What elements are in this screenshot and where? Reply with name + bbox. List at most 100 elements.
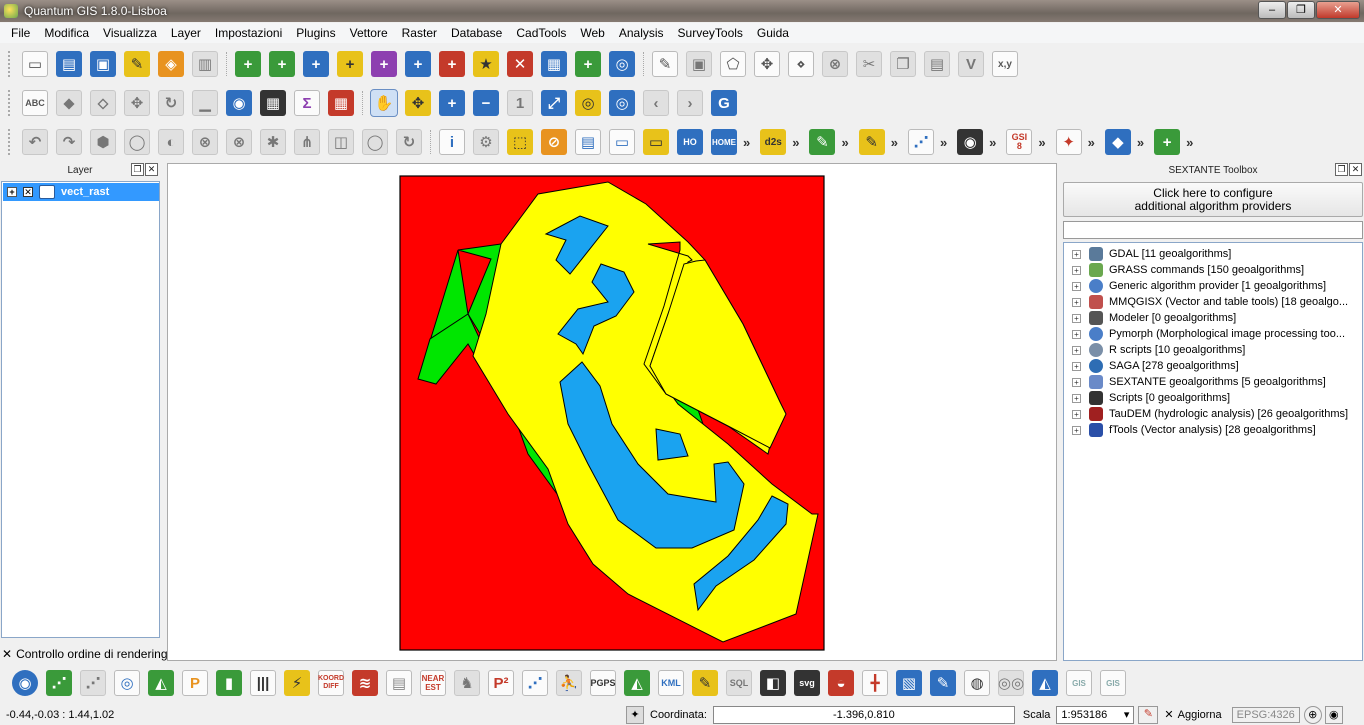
menu-plugins[interactable]: Plugins (289, 23, 342, 43)
notepad-icon[interactable]: ▤ (386, 670, 412, 696)
menu-cadtools[interactable]: CadTools (509, 23, 573, 43)
provider-ftools[interactable]: + fTools (Vector analysis) [28 geoalgorit… (1072, 422, 1316, 438)
menu-raster[interactable]: Raster (395, 23, 444, 43)
split-features-icon[interactable]: ◫ (328, 129, 354, 155)
provider-mmqgisx[interactable]: + MMQGISX (Vector and table tools) [18 ge… (1072, 294, 1348, 310)
expand-icon[interactable]: + (1072, 345, 1081, 355)
add-postgis-layer-icon[interactable]: + (303, 51, 329, 77)
node-graph-icon[interactable]: ⋰ (907, 129, 934, 155)
compass-icon[interactable]: ◉ (957, 129, 984, 155)
new-project-icon[interactable]: ▭ (22, 51, 48, 77)
add-raster-layer-icon[interactable]: + (269, 51, 295, 77)
refresh-icon[interactable]: G (711, 90, 737, 116)
edit-form-icon[interactable]: ✎ (930, 670, 956, 696)
expand-icon[interactable]: + (7, 187, 17, 197)
add-oracle-layer-icon[interactable]: + (575, 51, 601, 77)
print-composer-icon[interactable]: ◈ (158, 51, 184, 77)
near-est-icon[interactable]: NEAR EST (420, 670, 446, 696)
toolbar-more-button[interactable]: » (1137, 135, 1144, 150)
map-add-icon[interactable]: + (1154, 129, 1181, 155)
menu-modifica[interactable]: Modifica (37, 23, 96, 43)
delete-ring-icon[interactable]: ⊗ (192, 129, 218, 155)
cut-features-icon[interactable]: ✂ (856, 51, 882, 77)
pgps-icon[interactable]: PGPS (590, 670, 616, 696)
expand-icon[interactable]: + (1072, 409, 1081, 419)
map-canvas[interactable] (167, 163, 1057, 661)
image-icon[interactable]: ◧ (760, 670, 786, 696)
configure-providers-button[interactable]: Click here to configure additional algor… (1063, 182, 1363, 217)
layer-item-vect-rast[interactable]: + ✕ vect_rast (3, 183, 159, 201)
histogram-icon[interactable]: ▁ (192, 90, 218, 116)
save-as-icon[interactable]: ✎ (124, 51, 150, 77)
provider-modeler[interactable]: + Modeler [0 geoalgorithms] (1072, 310, 1236, 326)
provider-scripts[interactable]: + Scripts [0 geoalgorithms] (1072, 390, 1230, 406)
kml-icon[interactable]: KML (658, 670, 684, 696)
menu-layer[interactable]: Layer (164, 23, 208, 43)
redo-icon[interactable]: ↷ (56, 129, 82, 155)
toolbar-more-button[interactable]: » (841, 135, 848, 150)
provider-sextante[interactable]: + SEXTANTE geoalgorithms [5 geoalgorithms… (1072, 374, 1326, 390)
globe-icon[interactable]: ◉ (12, 670, 38, 696)
xy-tool-icon[interactable]: x,y (992, 51, 1018, 77)
menu-analysis[interactable]: Analysis (612, 23, 671, 43)
add-wfs-layer-icon[interactable]: ◎ (609, 51, 635, 77)
simplify-icon[interactable]: ⬢ (90, 129, 116, 155)
toolbar-grip[interactable] (8, 129, 12, 155)
refresh-checkbox[interactable]: ✕ (1164, 708, 1173, 721)
run-action-icon[interactable]: ⚙ (473, 129, 499, 155)
toolbar-more-button[interactable]: » (743, 135, 750, 150)
minimize-button[interactable]: – (1258, 1, 1286, 19)
zoom-full-icon[interactable]: ⤢ (541, 90, 567, 116)
statistics-icon[interactable]: Σ (294, 90, 320, 116)
menu-vettore[interactable]: Vettore (343, 23, 395, 43)
new-shapefile-icon[interactable]: ★ (473, 51, 499, 77)
coordinate-toggle-icon[interactable]: ✦ (626, 705, 644, 724)
layer-tool-icon[interactable]: ◆ (1104, 129, 1131, 155)
terrain-icon[interactable]: ◭ (148, 670, 174, 696)
toolbar-more-button[interactable]: » (989, 135, 996, 150)
expand-icon[interactable]: + (1072, 361, 1081, 371)
horse-icon[interactable]: ♞ (454, 670, 480, 696)
toolbar-more-button[interactable]: » (1038, 135, 1045, 150)
offset-curve-icon[interactable]: ⋔ (294, 129, 320, 155)
expand-icon[interactable]: + (1072, 393, 1081, 403)
show-hide-labels-icon[interactable]: ⬦ (90, 90, 116, 116)
label-tool-icon[interactable]: ABC (22, 90, 48, 116)
turtle-icon[interactable]: ◒ (828, 670, 854, 696)
sql-icon[interactable]: SQL (726, 670, 752, 696)
copy-features-icon[interactable]: ❐ (890, 51, 916, 77)
provider-pymorph[interactable]: + Pymorph (Morphological image processing… (1072, 326, 1345, 342)
provider-saga[interactable]: + SAGA [278 geoalgorithms] (1072, 358, 1239, 374)
delete-selected-icon[interactable]: ⊗ (822, 51, 848, 77)
expand-icon[interactable]: + (1072, 313, 1081, 323)
home-ho-icon[interactable]: HO (677, 129, 703, 155)
georeferencer-icon[interactable]: ✎ (809, 129, 836, 155)
crosshair-icon[interactable]: ╋ (862, 670, 888, 696)
toggle-editing-icon[interactable]: ✎ (652, 51, 678, 77)
raster-calc-icon[interactable]: ▦ (260, 90, 286, 116)
crs-status-button[interactable]: EPSG:4326 (1231, 706, 1300, 723)
plugin-icon[interactable]: ✎ (858, 129, 885, 155)
rotate-point-icon[interactable]: ↻ (396, 129, 422, 155)
stop-render-icon[interactable]: ✎ (1138, 705, 1159, 724)
add-part-icon[interactable]: ◐ (158, 129, 184, 155)
menu-impostazioni[interactable]: Impostazioni (208, 23, 289, 43)
zoom-native-icon[interactable]: 1 (507, 90, 533, 116)
save-edits-icon[interactable]: ▣ (686, 51, 712, 77)
measure-icon[interactable]: ▭ (609, 129, 635, 155)
digitize-icon[interactable]: V (958, 51, 984, 77)
barcode-icon[interactable]: ||| (250, 670, 276, 696)
add-spatialite-layer-icon[interactable]: + (337, 51, 363, 77)
render-order-control[interactable]: ✕ Controllo ordine di rendering (2, 646, 168, 661)
move-label-icon[interactable]: ✥ (124, 90, 150, 116)
menu-file[interactable]: File (4, 23, 37, 43)
select-features-icon[interactable]: ⬚ (507, 129, 533, 155)
profile-icon[interactable]: P (182, 670, 208, 696)
topology-alt-icon[interactable]: ⋰ (80, 670, 106, 696)
remove-layer-icon[interactable]: ✕ (507, 51, 533, 77)
render-order-checkbox[interactable]: ✕ (2, 647, 12, 661)
rotate-label-icon[interactable]: ↻ (158, 90, 184, 116)
toolbar-more-button[interactable]: » (891, 135, 898, 150)
add-delimited-text-icon[interactable]: ▦ (541, 51, 567, 77)
add-feature-icon[interactable]: ⬠ (720, 51, 746, 77)
